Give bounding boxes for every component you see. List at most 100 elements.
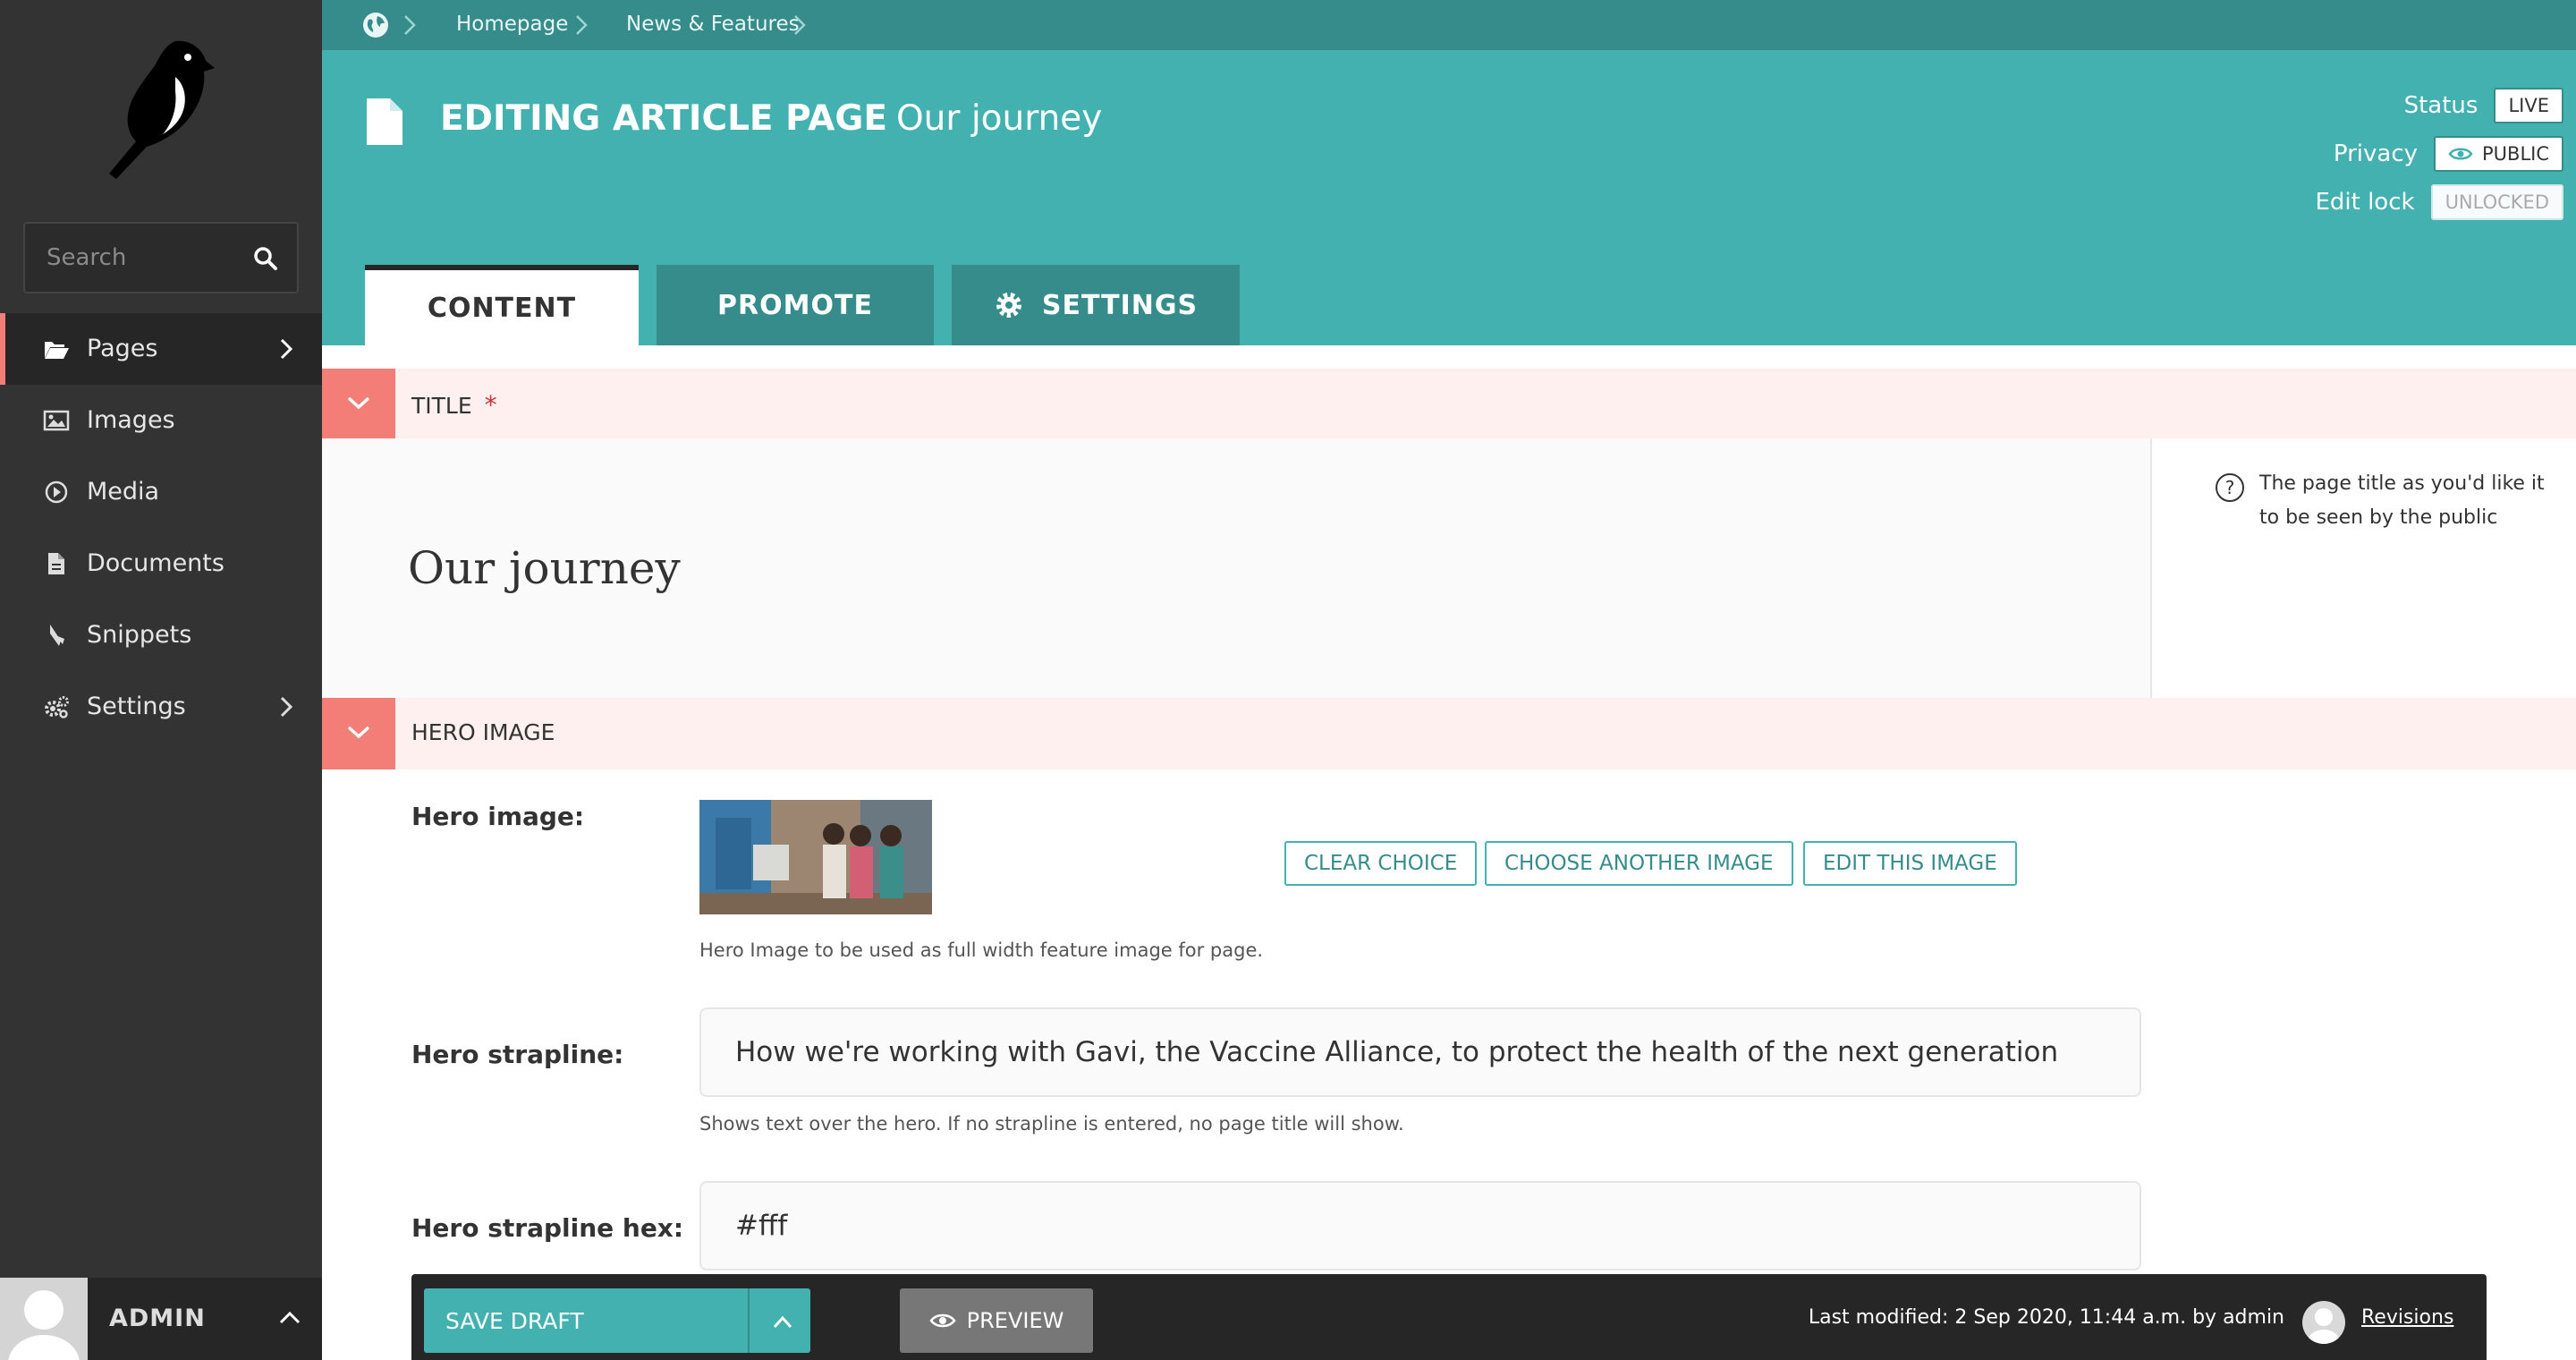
status-badge[interactable]: LIVE bbox=[2494, 88, 2563, 123]
hero-strapline-help: Shows text over the hero. If no straplin… bbox=[699, 1113, 1404, 1135]
tab-label: CONTENT bbox=[427, 292, 577, 324]
document-icon bbox=[48, 553, 64, 574]
avatar bbox=[2302, 1301, 2345, 1344]
required-mark: * bbox=[484, 390, 497, 420]
tab-content[interactable]: CONTENT bbox=[365, 265, 639, 345]
page-title-name: Our journey bbox=[895, 98, 1103, 139]
chevron-down-icon bbox=[347, 726, 370, 739]
title-input[interactable] bbox=[408, 542, 2107, 594]
chevron-up-icon bbox=[279, 1311, 301, 1324]
help-text: The page title as you'd like it to be se… bbox=[2259, 472, 2545, 529]
editor-panel: TITLE* ? The page title as you'd like it… bbox=[322, 345, 2576, 1360]
hero-image-photo bbox=[699, 800, 932, 914]
preview-label: PREVIEW bbox=[966, 1308, 1064, 1333]
main-nav: Pages Images Media Documents Snippets Se… bbox=[0, 313, 322, 743]
search-icon[interactable] bbox=[252, 245, 279, 272]
sidebar-item-media[interactable]: Media bbox=[0, 456, 322, 528]
hero-strapline-hex-label: Hero strapline hex: bbox=[411, 1213, 684, 1243]
help-panel: ? The page title as you'd like it to be … bbox=[2150, 438, 2576, 698]
avatar bbox=[0, 1278, 88, 1360]
snippet-icon bbox=[50, 625, 64, 646]
section-title: HERO IMAGE bbox=[411, 719, 555, 745]
search-input[interactable] bbox=[25, 224, 240, 292]
folder-open-icon bbox=[45, 342, 69, 359]
clear-choice-button[interactable]: CLEAR CHOICE bbox=[1284, 841, 1478, 886]
search-box bbox=[23, 222, 299, 293]
edit-this-image-button[interactable]: EDIT THIS IMAGE bbox=[1803, 841, 2017, 886]
tab-label: PROMOTE bbox=[717, 289, 873, 321]
chevron-up-icon[interactable] bbox=[766, 1312, 800, 1331]
privacy-button[interactable]: PUBLIC bbox=[2434, 136, 2563, 172]
page-title: EDITING ARTICLE PAGE Our journey bbox=[440, 98, 1102, 139]
wagtail-logo[interactable] bbox=[100, 36, 216, 179]
chevron-right-icon bbox=[576, 15, 588, 35]
chevron-right-icon bbox=[280, 696, 293, 718]
edit-lock-label: Edit lock bbox=[2315, 189, 2415, 216]
user-avatar-icon bbox=[2308, 1308, 2340, 1344]
save-draft-button[interactable]: SAVE DRAFT bbox=[424, 1288, 810, 1353]
edit-lock-button[interactable]: UNLOCKED bbox=[2430, 184, 2563, 220]
revisions-link[interactable]: Revisions bbox=[2361, 1306, 2453, 1329]
document-icon bbox=[367, 98, 402, 145]
collapse-toggle[interactable] bbox=[322, 369, 395, 440]
privacy-value: PUBLIC bbox=[2482, 143, 2549, 165]
hero-strapline-input[interactable] bbox=[699, 1007, 2141, 1097]
account-name: ADMIN bbox=[109, 1305, 206, 1332]
last-modified-text: Last modified: 2 Sep 2020, 11:44 a.m. by… bbox=[1808, 1306, 2284, 1329]
collapse-toggle[interactable] bbox=[322, 698, 395, 769]
breadcrumb-item-homepage[interactable]: Homepage bbox=[456, 13, 568, 36]
globe-icon[interactable] bbox=[361, 11, 390, 39]
privacy-label: Privacy bbox=[2333, 140, 2418, 167]
sidebar: Pages Images Media Doc bbox=[0, 0, 322, 1360]
hero-strapline-hex-input[interactable] bbox=[699, 1181, 2141, 1271]
sidebar-item-label: Snippets bbox=[87, 621, 192, 649]
chevron-right-icon bbox=[404, 15, 416, 35]
tab-label: SETTINGS bbox=[1041, 289, 1199, 321]
section-header-hero-image: HERO IMAGE bbox=[322, 698, 2576, 769]
hero-image-help: Hero Image to be used as full width feat… bbox=[699, 939, 1264, 961]
sidebar-item-label: Media bbox=[87, 478, 160, 506]
section-title: TITLE * bbox=[411, 390, 497, 420]
gear-icon bbox=[996, 293, 1021, 318]
image-icon bbox=[43, 410, 70, 431]
sidebar-item-snippets[interactable]: Snippets bbox=[0, 599, 322, 671]
sidebar-item-label: Images bbox=[87, 406, 175, 434]
help-icon: ? bbox=[2216, 473, 2244, 502]
breadcrumb-item-news-features[interactable]: News & Features bbox=[626, 13, 800, 36]
section-header-title: TITLE * bbox=[322, 369, 2576, 440]
sidebar-item-pages[interactable]: Pages bbox=[0, 313, 322, 385]
hero-image-thumbnail[interactable] bbox=[699, 800, 932, 914]
chevron-right-icon bbox=[794, 15, 806, 35]
edit-lock-row: Edit lock UNLOCKED bbox=[2315, 184, 2563, 220]
button-divider bbox=[748, 1288, 750, 1353]
page-title-type: EDITING ARTICLE PAGE bbox=[440, 98, 887, 139]
choose-another-image-button[interactable]: CHOOSE ANOTHER IMAGE bbox=[1485, 841, 1793, 886]
sidebar-item-settings[interactable]: Settings bbox=[0, 671, 322, 743]
sidebar-item-images[interactable]: Images bbox=[0, 385, 322, 456]
eye-icon bbox=[2448, 148, 2473, 160]
status-label: Status bbox=[2403, 92, 2479, 119]
tab-settings[interactable]: SETTINGS bbox=[952, 265, 1240, 345]
action-bar: SAVE DRAFT PREVIEW Last modified: 2 Sep … bbox=[411, 1274, 2487, 1360]
chevron-down-icon bbox=[347, 396, 370, 410]
sidebar-item-label: Settings bbox=[87, 693, 186, 720]
privacy-row: Privacy PUBLIC bbox=[2334, 136, 2563, 172]
hero-image-label: Hero image: bbox=[411, 802, 585, 831]
save-draft-label: SAVE DRAFT bbox=[445, 1308, 584, 1334]
page-header: Homepage News & Features EDITING ARTICLE… bbox=[322, 0, 2576, 345]
chevron-right-icon bbox=[280, 338, 293, 360]
user-avatar-icon bbox=[8, 1290, 80, 1360]
account-menu[interactable]: ADMIN bbox=[0, 1278, 322, 1360]
eye-icon bbox=[929, 1313, 956, 1328]
cogs-icon bbox=[45, 696, 69, 718]
status-row: Status LIVE bbox=[2404, 88, 2563, 123]
sidebar-item-documents[interactable]: Documents bbox=[0, 528, 322, 599]
sidebar-item-label: Documents bbox=[87, 549, 225, 577]
breadcrumb: Homepage News & Features bbox=[322, 0, 2576, 50]
tab-promote[interactable]: PROMOTE bbox=[657, 265, 934, 345]
preview-button[interactable]: PREVIEW bbox=[900, 1288, 1093, 1353]
media-play-icon bbox=[45, 480, 68, 504]
hero-strapline-label: Hero strapline: bbox=[411, 1040, 624, 1069]
tab-bar: CONTENT PROMOTE SETTINGS bbox=[365, 265, 1258, 345]
svg-text:?: ? bbox=[2225, 477, 2235, 498]
